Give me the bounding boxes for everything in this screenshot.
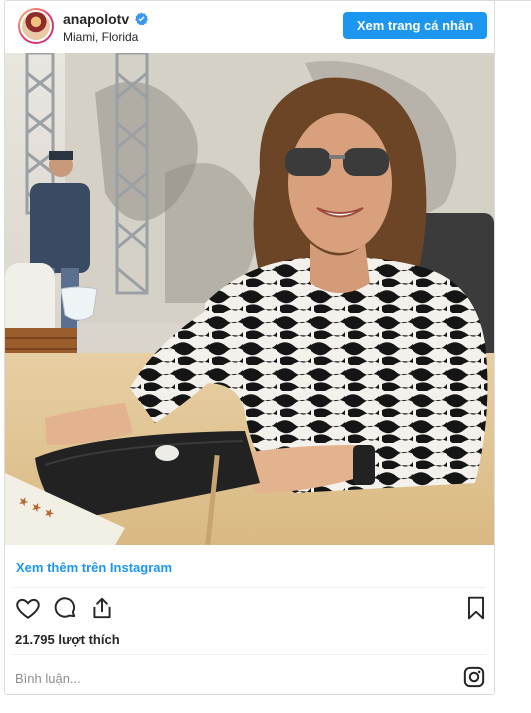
likes-count[interactable]: 21.795 lượt thích — [15, 632, 120, 647]
instagram-icon[interactable] — [463, 666, 485, 688]
view-more-on-instagram-link[interactable]: Xem thêm trên Instagram — [16, 560, 172, 575]
location-link[interactable]: Miami, Florida — [63, 30, 138, 44]
post-header: anapolotv Miami, Florida Xem trang cá nh… — [5, 1, 494, 53]
share-icon[interactable] — [89, 595, 115, 621]
post-photo[interactable]: ★ ★ ★ — [5, 53, 494, 545]
username-link[interactable]: anapolotv — [63, 11, 129, 27]
bookmark-icon[interactable] — [463, 595, 489, 621]
comment-input[interactable]: Bình luận... — [15, 671, 435, 686]
heart-icon[interactable] — [15, 595, 41, 621]
comment-icon[interactable] — [52, 595, 78, 621]
avatar[interactable] — [18, 8, 54, 44]
comment-divider — [13, 654, 486, 655]
actions-divider — [13, 587, 486, 588]
post-photo-illustration: ★ ★ ★ — [5, 53, 494, 545]
avatar-image — [20, 10, 52, 42]
instagram-embed: anapolotv Miami, Florida Xem trang cá nh… — [4, 0, 495, 695]
view-profile-button[interactable]: Xem trang cá nhân — [343, 12, 487, 39]
post-actions — [13, 595, 486, 623]
verified-badge-icon — [135, 12, 148, 25]
